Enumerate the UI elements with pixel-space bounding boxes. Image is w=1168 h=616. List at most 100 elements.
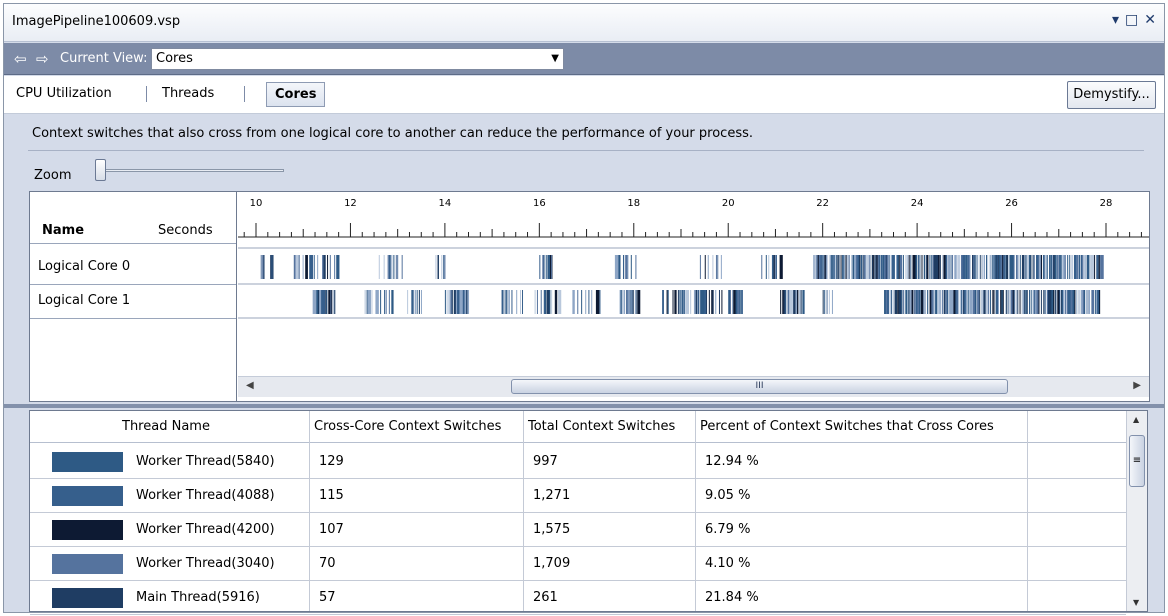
core-activity-mark <box>976 255 978 279</box>
table-row[interactable]: Main Thread(5916) 57 261 21.84 % <box>30 581 1126 615</box>
core-activity-mark <box>260 255 262 279</box>
timeline-canvas[interactable]: 10 12 14 16 18 20 22 24 26 28 <box>238 192 1149 401</box>
core-activity-mark <box>973 255 975 279</box>
core-activity-mark <box>974 255 976 279</box>
percent-cross-header[interactable]: Percent of Context Switches that Cross C… <box>700 419 994 434</box>
core-activity-mark <box>1015 290 1017 314</box>
core-activity-mark <box>942 255 944 279</box>
thread-color-swatch <box>52 452 123 472</box>
core-activity-mark <box>366 290 368 314</box>
core-activity-mark <box>831 290 833 314</box>
percent-value: 4.10 % <box>705 556 751 571</box>
core-activity-mark <box>765 255 767 279</box>
core-activity-mark <box>1076 290 1078 314</box>
ruler-tick-label: 26 <box>1005 198 1018 209</box>
core-activity-mark <box>700 290 705 314</box>
core-activity-mark <box>880 255 883 279</box>
core-activity-mark <box>906 255 909 279</box>
current-view-select[interactable]: Cores ▼ <box>151 48 564 70</box>
core-activity-mark <box>779 255 783 279</box>
close-icon[interactable]: ✕ <box>1144 12 1156 28</box>
scroll-down-icon[interactable]: ▼ <box>1133 598 1139 607</box>
core-activity-mark <box>925 255 927 279</box>
cross-core-value: 57 <box>319 590 336 605</box>
core-activity-mark <box>622 255 625 279</box>
core-activity-mark <box>1053 255 1055 279</box>
splitter[interactable] <box>4 404 1164 408</box>
vertical-scrollbar[interactable]: ▲ ≡ ▼ <box>1126 411 1147 611</box>
view-tabs: CPU Utilization Threads Cores Demystify.… <box>4 76 1164 114</box>
core-activity-mark <box>1094 255 1096 279</box>
cross-core-header[interactable]: Cross-Core Context Switches <box>314 419 501 434</box>
core-activity-mark <box>336 255 340 279</box>
chevron-down-icon: ▼ <box>551 53 559 64</box>
core-activity-mark <box>435 255 437 279</box>
core-activity-mark <box>545 255 547 279</box>
thread-table: Thread Name Cross-Core Context Switches … <box>29 410 1148 615</box>
core-activity-mark <box>967 290 969 314</box>
core-activity-mark <box>387 255 389 279</box>
forward-arrow-icon[interactable]: ⇨ <box>36 50 49 68</box>
thread-name-header[interactable]: Thread Name <box>122 419 210 434</box>
dropdown-arrow-icon[interactable]: ▾ <box>1112 12 1119 28</box>
zoom-slider-track[interactable] <box>98 169 284 172</box>
tab-threads[interactable]: Threads <box>162 86 214 101</box>
tab-cpu-utilization[interactable]: CPU Utilization <box>16 86 112 101</box>
core-activity-mark <box>741 290 743 314</box>
maximize-icon[interactable]: □ <box>1125 12 1138 28</box>
table-header: Thread Name Cross-Core Context Switches … <box>30 411 1126 443</box>
vertical-scroll-thumb[interactable]: ≡ <box>1129 435 1145 487</box>
core-activity-mark <box>1006 255 1008 279</box>
core-activity-mark <box>979 290 981 314</box>
back-arrow-icon[interactable]: ⇦ <box>14 50 27 68</box>
thread-name: Worker Thread(4088) <box>136 488 275 503</box>
demystify-button[interactable]: Demystify... <box>1067 81 1156 109</box>
tab-cores[interactable]: Cores <box>266 82 326 107</box>
core-activity-mark <box>1084 290 1086 314</box>
profiler-window: ImagePipeline100609.vsp ▾ □ ✕ ⇦ ⇨ Curren… <box>3 3 1165 615</box>
table-row[interactable]: Worker Thread(4200) 107 1,575 6.79 % <box>30 513 1126 547</box>
core-activity-mark <box>1076 255 1079 279</box>
core-activity-mark <box>441 255 443 279</box>
ruler-tick-label: 18 <box>627 198 640 209</box>
core-activity-mark <box>1008 255 1010 279</box>
total-switches-header[interactable]: Total Context Switches <box>528 419 675 434</box>
core-activity-mark <box>446 290 448 314</box>
ruler-tick-label: 12 <box>344 198 357 209</box>
window-title: ImagePipeline100609.vsp <box>12 14 181 29</box>
core-activity-mark <box>1075 255 1077 279</box>
thread-name: Worker Thread(4200) <box>136 522 275 537</box>
core-activity-mark <box>796 290 799 314</box>
table-row[interactable]: Worker Thread(3040) 70 1,709 4.10 % <box>30 547 1126 581</box>
scroll-right-icon[interactable]: ▶ <box>1133 380 1141 391</box>
core-activity-mark <box>677 290 679 314</box>
core-activity-mark <box>887 255 889 279</box>
core-activity-mark <box>1013 255 1015 279</box>
core-activity-mark <box>1006 290 1008 314</box>
core-activity-mark <box>977 290 980 314</box>
scroll-up-icon[interactable]: ▲ <box>1133 415 1139 424</box>
scroll-left-icon[interactable]: ◀ <box>246 380 254 391</box>
core-activity-mark <box>887 290 889 314</box>
horizontal-scroll-thumb[interactable]: III <box>511 379 1008 394</box>
core-activity-mark <box>698 290 700 314</box>
zoom-slider-thumb[interactable] <box>95 159 106 181</box>
table-row[interactable]: Worker Thread(4088) 115 1,271 9.05 % <box>30 479 1126 513</box>
core-activity-mark <box>522 290 524 314</box>
core-activity-mark <box>388 255 391 279</box>
core-activity-mark <box>905 255 907 279</box>
horizontal-scrollbar[interactable]: ◀ III ▶ <box>238 376 1149 397</box>
table-row[interactable]: Worker Thread(5840) 129 997 12.94 % <box>30 445 1126 479</box>
core-activity-mark <box>1061 255 1064 279</box>
core-activity-mark <box>672 290 674 314</box>
cross-core-value: 129 <box>319 454 344 469</box>
core-activity-mark <box>983 290 986 314</box>
core-activity-mark <box>706 290 708 314</box>
core-activity-mark <box>732 290 734 314</box>
core-activity-mark <box>1066 290 1069 314</box>
core-activity-mark <box>824 290 826 314</box>
core-activity-mark <box>437 255 439 279</box>
core-activity-mark <box>674 290 677 314</box>
core-activity-mark <box>827 255 829 279</box>
core-activity-mark <box>860 255 863 279</box>
